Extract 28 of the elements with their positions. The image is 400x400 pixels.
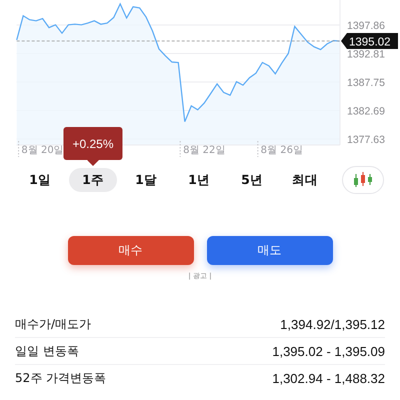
y-axis-label: 1397.86 <box>347 20 385 32</box>
x-axis-label: 8월 26일 <box>260 145 303 156</box>
y-axis-label: 1387.75 <box>347 76 385 89</box>
y-axis-label: 1382.69 <box>347 105 385 118</box>
stat-label: 일일 변동폭 <box>15 342 79 360</box>
buy-button[interactable]: 매수 <box>68 236 194 265</box>
stat-value: 1,395.02 - 1,395.09 <box>272 344 385 358</box>
sell-button[interactable]: 매도 <box>206 236 332 265</box>
stat-label: 매수가/매도가 <box>15 316 92 332</box>
y-axis-label: 1377.63 <box>347 134 385 146</box>
period-tab[interactable]: 1달 <box>122 168 170 192</box>
period-tab[interactable]: 최대 <box>281 168 329 192</box>
x-tick-mark <box>180 140 181 158</box>
x-tick-mark <box>257 140 258 158</box>
x-axis-label: 8월 22일 <box>183 145 226 156</box>
y-axis-label: 1392.81 <box>347 48 385 60</box>
change-tooltip: +0.25% <box>63 127 123 166</box>
stat-value: 1,394.92/1,395.12 <box>280 316 385 332</box>
period-tab[interactable]: 1년 <box>175 168 223 192</box>
period-tab[interactable]: 1일 <box>16 168 64 192</box>
stat-label: 52주 가격변동폭 <box>15 370 106 386</box>
current-price-tag: 1395.02 <box>341 33 398 49</box>
candlestick-chart-button[interactable] <box>342 166 384 194</box>
period-tab[interactable]: 5년 <box>228 168 276 192</box>
stat-value: 1,302.94 - 1,488.32 <box>272 370 385 386</box>
x-tick-mark <box>18 140 20 158</box>
candlestick-icon <box>352 172 374 188</box>
x-axis-label: 8월 20일 <box>21 145 64 156</box>
